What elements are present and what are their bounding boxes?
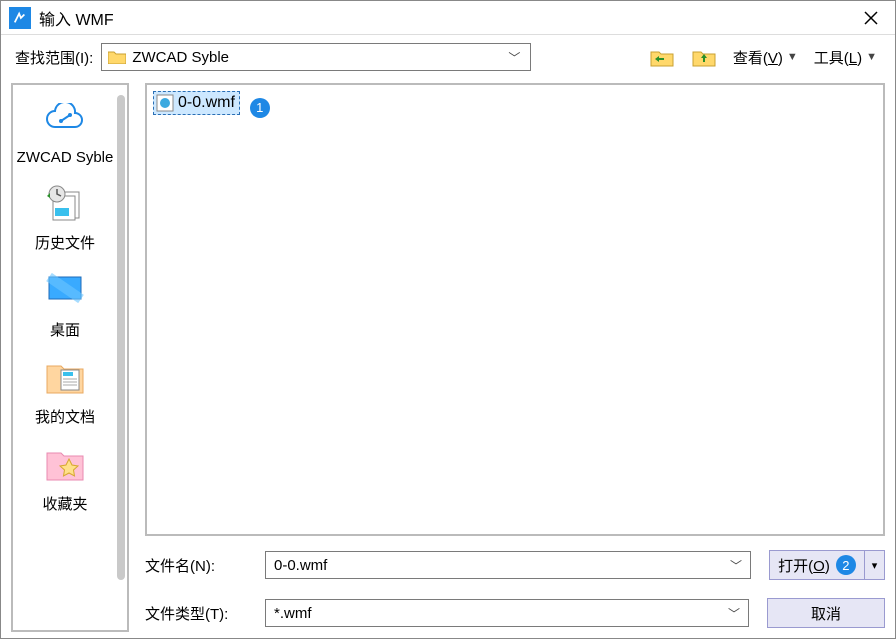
annotation-badge-1: 1 <box>250 98 270 118</box>
location-text: ZWCAD Syble <box>132 49 504 66</box>
close-button[interactable] <box>855 6 887 30</box>
documents-icon <box>43 356 87 396</box>
favorites-icon <box>43 443 87 483</box>
file-list[interactable]: 0-0.wmf 1 <box>145 83 885 536</box>
titlebar: 输入 WMF <box>1 1 895 35</box>
chevron-down-icon: ▼ <box>866 51 877 63</box>
cancel-button[interactable]: 取消 <box>767 598 885 628</box>
filetype-combo[interactable]: *.wmf ﹀ <box>265 599 749 627</box>
open-dropdown-button[interactable]: ▾ <box>865 550 885 580</box>
open-button[interactable]: 打开(O) 2 <box>769 550 865 580</box>
sidebar-item-desktop[interactable]: 桌面 <box>13 259 117 346</box>
annotation-badge-2: 2 <box>836 555 856 575</box>
sidebar-item-history[interactable]: 历史文件 <box>13 172 117 259</box>
dialog-window: 输入 WMF 查找范围(I): ZWCAD Syble ﹀ 查看(V) ▼ 工具… <box>0 0 896 639</box>
desktop-icon <box>43 269 87 309</box>
filename-row: 文件名(N): 0-0.wmf ﹀ 打开(O) 2 ▾ <box>145 546 885 584</box>
chevron-down-icon: ▼ <box>787 51 798 63</box>
dialog-body: ZWCAD Syble <box>1 79 895 638</box>
lookin-label: 查找范围(I): <box>15 47 93 68</box>
chevron-down-icon: ﹀ <box>728 605 740 622</box>
places-sidebar: ZWCAD Syble <box>11 83 129 632</box>
filename-label: 文件名(N): <box>145 555 265 576</box>
wmf-file-icon <box>156 94 174 112</box>
sidebar-item-documents[interactable]: 我的文档 <box>13 346 117 433</box>
location-combo[interactable]: ZWCAD Syble ﹀ <box>101 43 531 71</box>
folder-icon <box>108 50 126 64</box>
app-icon <box>9 7 31 29</box>
main-area: 0-0.wmf 1 文件名(N): 0-0.wmf ﹀ 打开(O) 2 ▾ <box>145 83 885 632</box>
sidebar-scrollbar[interactable] <box>117 95 125 580</box>
sidebar-item-zwcad[interactable]: ZWCAD Syble <box>13 89 117 172</box>
up-button[interactable] <box>687 44 721 70</box>
back-button[interactable] <box>645 44 679 70</box>
chevron-down-icon: ﹀ <box>504 49 524 66</box>
filetype-label: 文件类型(T): <box>145 603 265 624</box>
window-title: 输入 WMF <box>39 6 855 30</box>
filename-input[interactable]: 0-0.wmf ﹀ <box>265 551 751 579</box>
history-icon <box>43 182 87 222</box>
sidebar-item-favorites[interactable]: 收藏夹 <box>13 433 117 520</box>
toolbar: 查找范围(I): ZWCAD Syble ﹀ 查看(V) ▼ 工具(L) ▼ <box>1 35 895 79</box>
cloud-icon <box>43 99 87 139</box>
chevron-down-icon: ﹀ <box>730 557 742 574</box>
filetype-row: 文件类型(T): *.wmf ﹀ 取消 <box>145 594 885 632</box>
view-menu[interactable]: 查看(V) ▼ <box>729 44 802 70</box>
tools-menu[interactable]: 工具(L) ▼ <box>810 44 881 70</box>
file-item[interactable]: 0-0.wmf <box>153 91 240 115</box>
